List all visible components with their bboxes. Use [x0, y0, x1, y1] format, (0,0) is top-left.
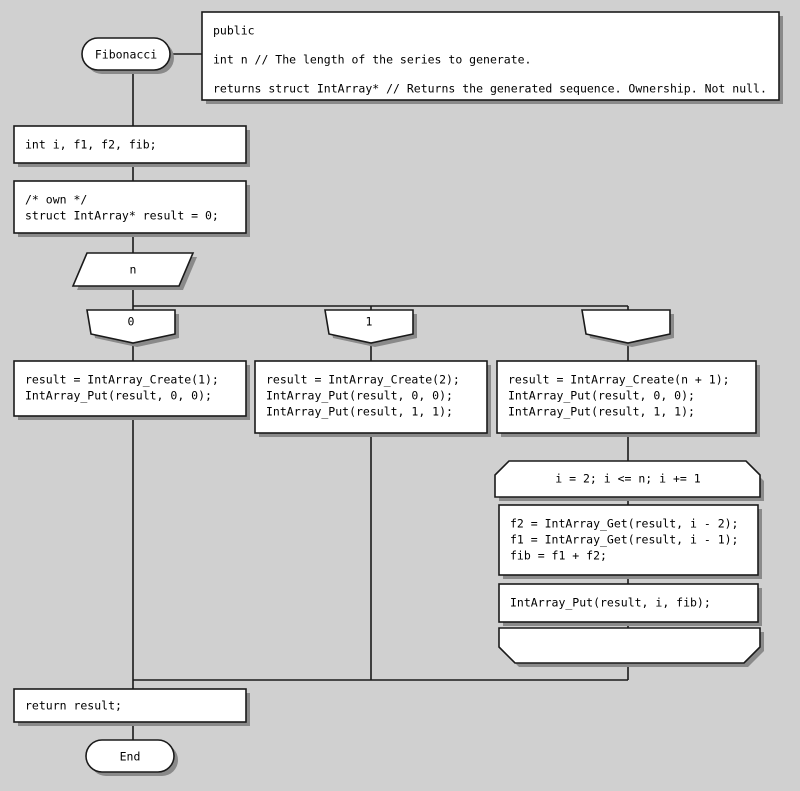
case-default-body-line-1: result = IntArray_Create(n + 1); [508, 373, 730, 387]
case-one-body-line-2: IntArray_Put(result, 0, 0); [266, 389, 453, 403]
declare-result-line-2: struct IntArray* result = 0; [25, 209, 219, 223]
return-statement-line-1: return result; [25, 699, 122, 713]
annotation-line-3: returns struct IntArray* // Returns the … [213, 82, 767, 96]
loop-footer-block[interactable] [498, 627, 764, 667]
start-node-label: Fibonacci [95, 48, 157, 62]
loop-body-line-2: f1 = IntArray_Get(result, i - 1); [510, 533, 738, 547]
declare-vars-line-1: int i, f1, f2, fib; [25, 138, 157, 152]
loop-body-line-1: f2 = IntArray_Get(result, i - 2); [510, 517, 738, 531]
case-label-0-text: 0 [128, 315, 135, 329]
switch-selector-label: n [130, 263, 137, 277]
loop-body-put-block[interactable]: IntArray_Put(result, i, fib); [498, 583, 762, 626]
return-statement-block[interactable]: return result; [13, 688, 250, 726]
declare-vars-block[interactable]: int i, f1, f2, fib; [13, 125, 250, 167]
declare-result-line-1: /* own */ [25, 193, 87, 207]
case-one-body-line-1: result = IntArray_Create(2); [266, 373, 460, 387]
start-node[interactable]: Fibonacci [81, 37, 174, 74]
case-one-body-block[interactable]: result = IntArray_Create(2); IntArray_Pu… [254, 360, 491, 437]
case-one-body-line-3: IntArray_Put(result, 1, 1); [266, 405, 453, 419]
case-default-body-line-3: IntArray_Put(result, 1, 1); [508, 405, 695, 419]
annotation-line-2: int n // The length of the series to gen… [213, 53, 532, 67]
case-zero-body-block[interactable]: result = IntArray_Create(1); IntArray_Pu… [13, 360, 250, 420]
annotation-box: public int n // The length of the series… [201, 11, 783, 104]
switch-selector[interactable]: n [71, 252, 197, 290]
case-zero-body-line-1: result = IntArray_Create(1); [25, 373, 219, 387]
loop-body-block[interactable]: f2 = IntArray_Get(result, i - 2); f1 = I… [498, 504, 762, 579]
loop-header-label: i = 2; i <= n; i += 1 [555, 472, 700, 486]
case-default-body-line-2: IntArray_Put(result, 0, 0); [508, 389, 695, 403]
declare-result-block[interactable]: /* own */ struct IntArray* result = 0; [13, 180, 250, 237]
end-node[interactable]: End [85, 739, 178, 776]
end-node-label: End [120, 750, 141, 764]
loop-header-block[interactable]: i = 2; i <= n; i += 1 [494, 460, 764, 501]
loop-body-put-line-1: IntArray_Put(result, i, fib); [510, 596, 711, 610]
loop-body-line-3: fib = f1 + f2; [510, 549, 607, 563]
case-label-1-text: 1 [366, 315, 373, 329]
annotation-line-1: public [213, 24, 255, 38]
case-default-body-block[interactable]: result = IntArray_Create(n + 1); IntArra… [496, 360, 760, 437]
flowchart-canvas: public int n // The length of the series… [0, 0, 800, 791]
case-zero-body-line-2: IntArray_Put(result, 0, 0); [25, 389, 212, 403]
